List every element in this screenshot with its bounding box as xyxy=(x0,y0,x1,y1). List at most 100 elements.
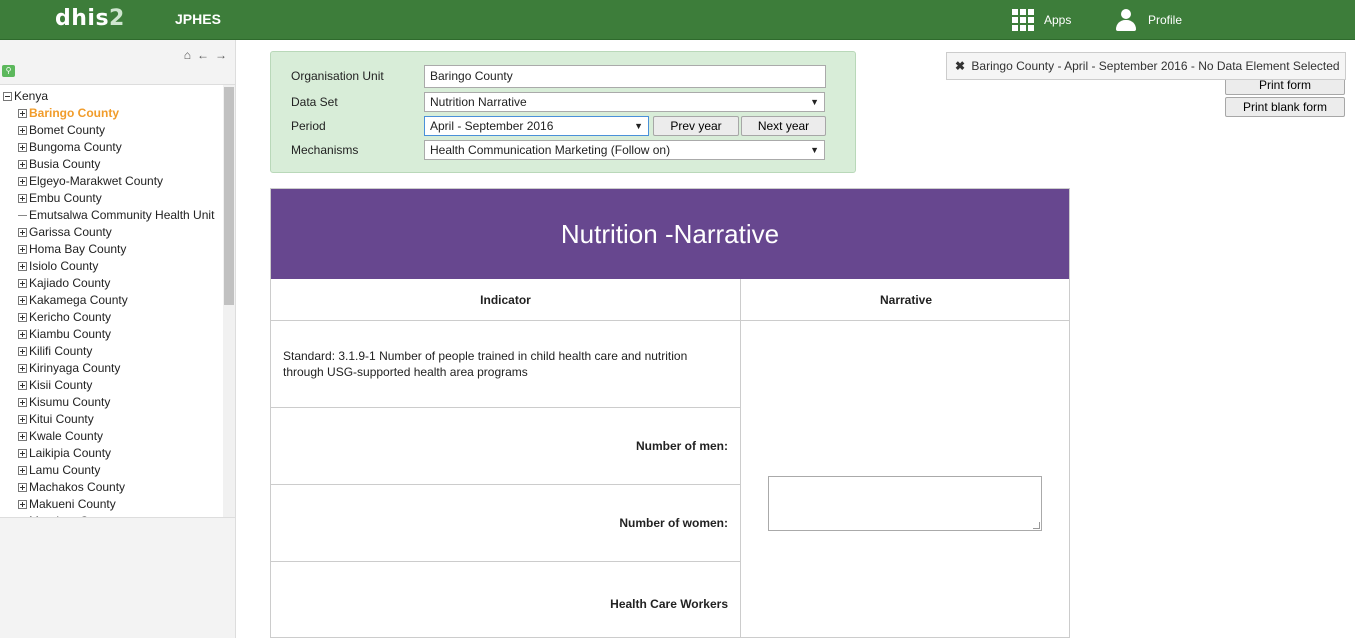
expand-icon[interactable] xyxy=(18,126,27,135)
tree-item-label: Baringo County xyxy=(29,106,119,120)
expand-icon[interactable] xyxy=(18,330,27,339)
mechanisms-label: Mechanisms xyxy=(291,143,359,157)
tree-nav-icons: ⌂ ← → xyxy=(184,48,227,62)
expand-icon[interactable] xyxy=(18,381,27,390)
tree-item[interactable]: Kakamega County xyxy=(0,292,222,309)
dhis2-logo[interactable]: dhis2 xyxy=(55,6,125,31)
mechanisms-select[interactable]: Health Communication Marketing (Follow o… xyxy=(424,140,825,160)
tree-item-label: Mandera County xyxy=(29,513,118,517)
tree-item-label: Elgeyo-Marakwet County xyxy=(29,174,164,188)
number-of-men-label: Number of men: xyxy=(271,408,740,485)
expand-icon[interactable] xyxy=(18,313,27,322)
expand-icon[interactable] xyxy=(18,194,27,203)
expand-icon[interactable] xyxy=(18,398,27,407)
expand-icon[interactable] xyxy=(18,296,27,305)
expand-icon[interactable] xyxy=(18,177,27,186)
tree-item[interactable]: Kilifi County xyxy=(0,343,222,360)
tree-item[interactable]: Mandera County xyxy=(0,513,222,518)
tree-item-label: Lamu County xyxy=(29,463,101,477)
expand-icon[interactable] xyxy=(18,262,27,271)
tree-item[interactable]: Bomet County xyxy=(0,122,222,139)
expand-icon[interactable] xyxy=(18,364,27,373)
status-notice: ✖ Baringo County - April - September 201… xyxy=(946,52,1346,80)
tree-item[interactable]: Kericho County xyxy=(0,309,222,326)
tree-item[interactable]: Embu County xyxy=(0,190,222,207)
period-select[interactable]: April - September 2016 xyxy=(424,116,649,136)
tree-item[interactable]: Kirinyaga County xyxy=(0,360,222,377)
tree-item[interactable]: Machakos County xyxy=(0,479,222,496)
expand-icon[interactable] xyxy=(18,517,27,518)
apps-menu-button[interactable]: Apps xyxy=(1012,8,1071,32)
tree-item[interactable]: Elgeyo-Marakwet County xyxy=(0,173,222,190)
print-blank-form-button[interactable]: Print blank form xyxy=(1225,97,1345,117)
tree-item-label: Kitui County xyxy=(29,412,94,426)
tree-item[interactable]: Bungoma County xyxy=(0,139,222,156)
tree-item-label: Embu County xyxy=(29,191,102,205)
expand-icon[interactable] xyxy=(18,347,27,356)
org-unit-field[interactable]: Baringo County xyxy=(424,65,826,88)
tree-item[interactable]: Baringo County xyxy=(0,105,222,122)
tree-item-label: Kisumu County xyxy=(29,395,111,409)
expand-icon[interactable] xyxy=(18,415,27,424)
back-arrow-icon[interactable]: ← xyxy=(197,48,209,62)
tree-item-label: Laikipia County xyxy=(29,446,112,460)
expand-icon[interactable] xyxy=(18,500,27,509)
tree-item-label: Isiolo County xyxy=(29,259,99,273)
expand-icon[interactable] xyxy=(18,466,27,475)
tree-item-label: Bomet County xyxy=(29,123,106,137)
tree-item[interactable]: Emutsalwa Community Health Unit xyxy=(0,207,222,224)
collapse-icon[interactable] xyxy=(3,91,12,101)
expand-icon[interactable] xyxy=(18,228,27,237)
tree-item[interactable]: Garissa County xyxy=(0,224,222,241)
tree-item[interactable]: Kiambu County xyxy=(0,326,222,343)
data-entry-criteria: Organisation Unit Baringo County Data Se… xyxy=(270,51,856,173)
narrative-textarea[interactable] xyxy=(768,476,1042,531)
prev-year-button[interactable]: Prev year xyxy=(653,116,739,136)
tree-item[interactable]: Kajiado County xyxy=(0,275,222,292)
tree-item[interactable]: Makueni County xyxy=(0,496,222,513)
tree-item-label: Garissa County xyxy=(29,225,112,239)
expand-icon[interactable] xyxy=(18,143,27,152)
expand-icon[interactable] xyxy=(18,160,27,169)
tree-item-label: Emutsalwa Community Health Unit xyxy=(29,208,215,222)
next-year-button[interactable]: Next year xyxy=(741,116,826,136)
apps-label: Apps xyxy=(1044,13,1072,27)
tree-item[interactable]: Busia County xyxy=(0,156,222,173)
tree-item-label: Homa Bay County xyxy=(29,242,127,256)
tree-item[interactable]: Lamu County xyxy=(0,462,222,479)
app-title: JPHES xyxy=(175,11,221,27)
tree-item-label: Machakos County xyxy=(29,480,126,494)
expand-icon[interactable] xyxy=(18,109,27,118)
search-icon[interactable]: ⚲ xyxy=(2,65,15,77)
close-icon[interactable]: ✖ xyxy=(955,59,965,73)
tree-item-label: Makueni County xyxy=(29,497,116,511)
form-title: Nutrition -Narrative xyxy=(271,189,1069,279)
tree-item[interactable]: Kisumu County xyxy=(0,394,222,411)
expand-icon[interactable] xyxy=(18,432,27,441)
tree-scrollbar[interactable] xyxy=(223,85,235,517)
tree-item[interactable]: Kisii County xyxy=(0,377,222,394)
expand-icon[interactable] xyxy=(18,449,27,458)
tree-item-label: Kiambu County xyxy=(29,327,112,341)
tree-leaf-line xyxy=(18,215,27,216)
indicator-column-header: Indicator xyxy=(271,279,740,321)
home-icon[interactable]: ⌂ xyxy=(184,48,191,62)
expand-icon[interactable] xyxy=(18,245,27,254)
tree-root-kenya[interactable]: Kenya xyxy=(3,89,48,103)
tree-item[interactable]: Kitui County xyxy=(0,411,222,428)
standard-indicator-text: Standard: 3.1.9-1 Number of people train… xyxy=(271,321,740,408)
scrollbar-thumb[interactable] xyxy=(224,87,234,305)
tree-item[interactable]: Laikipia County xyxy=(0,445,222,462)
profile-menu-button[interactable]: Profile xyxy=(1116,8,1182,32)
org-unit-tree: Kenya Baringo County Bomet County Bungoma … xyxy=(0,84,235,518)
dataset-select[interactable]: Nutrition Narrative xyxy=(424,92,825,112)
tree-item-label: Kajiado County xyxy=(29,276,111,290)
tree-item[interactable]: Isiolo County xyxy=(0,258,222,275)
expand-icon[interactable] xyxy=(18,279,27,288)
tree-item[interactable]: Homa Bay County xyxy=(0,241,222,258)
tree-item[interactable]: Kwale County xyxy=(0,428,222,445)
data-entry-form: Nutrition -Narrative Indicator Narrative… xyxy=(270,188,1070,638)
expand-icon[interactable] xyxy=(18,483,27,492)
forward-arrow-icon[interactable]: → xyxy=(215,48,227,62)
health-care-workers-label: Health Care Workers xyxy=(610,597,728,611)
